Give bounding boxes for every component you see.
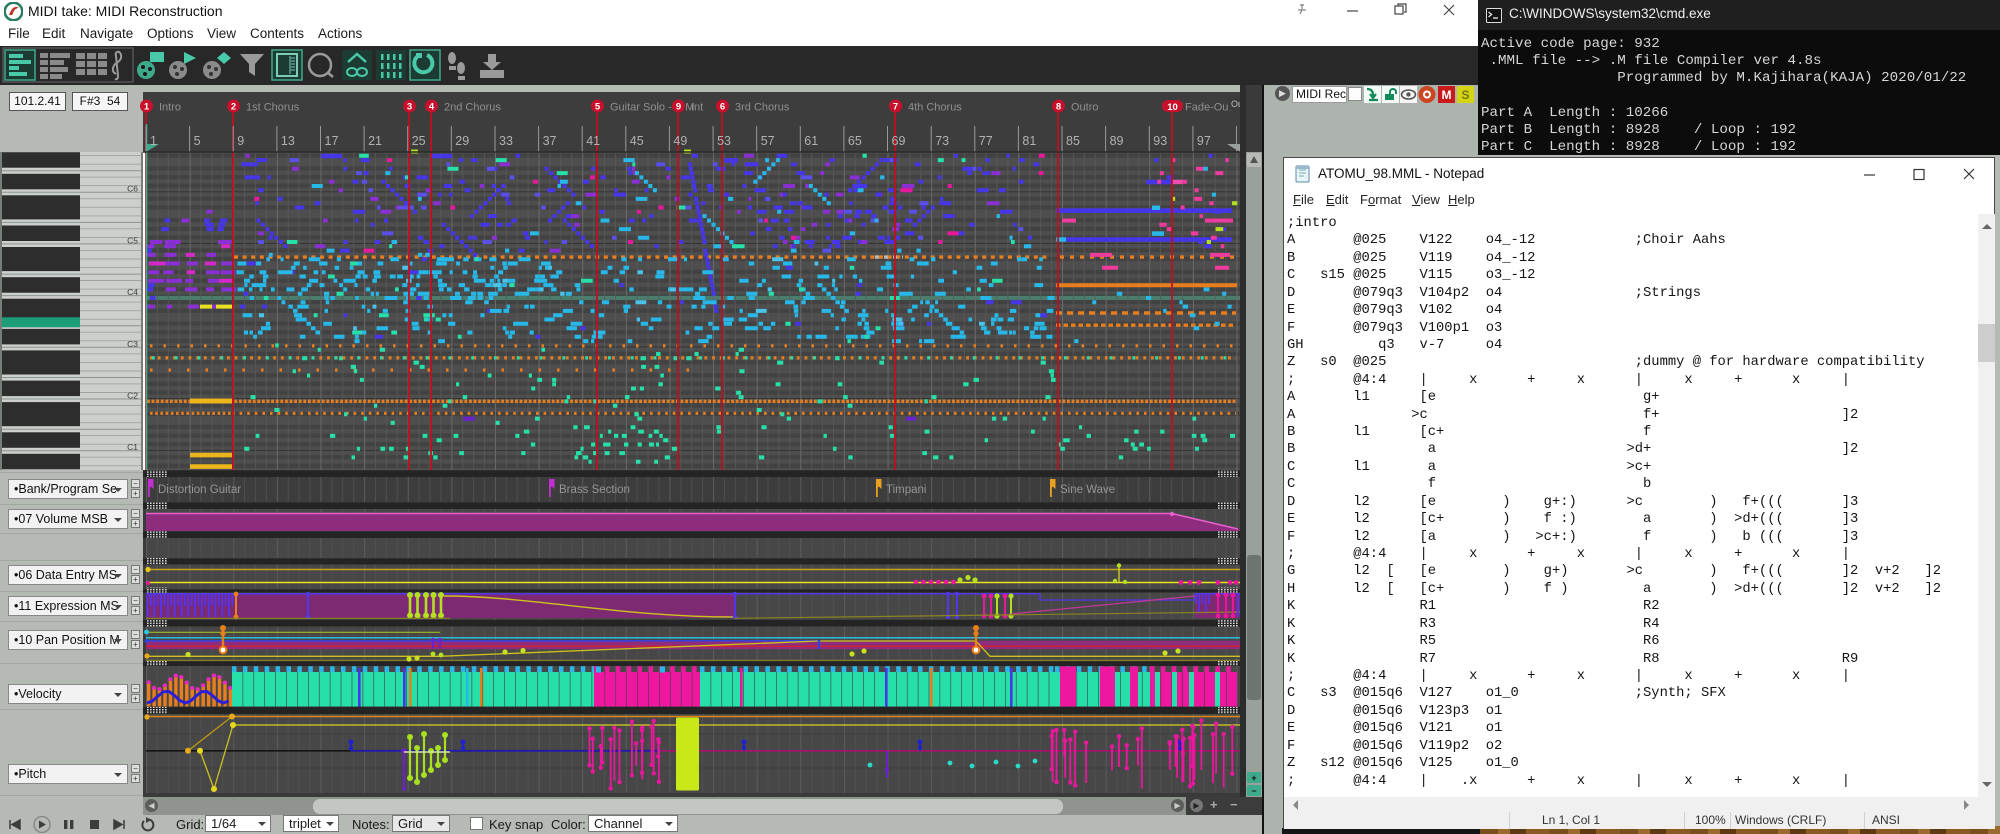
svg-text:25: 25 xyxy=(412,134,426,148)
svg-text:37: 37 xyxy=(543,134,557,148)
svg-text:Fade-Out: Fade-Out xyxy=(1185,102,1231,114)
svg-text:1: 1 xyxy=(150,134,157,148)
svg-text:1st Chorus: 1st Chorus xyxy=(246,102,300,114)
svg-text:9: 9 xyxy=(676,102,681,113)
svg-text:C2: C2 xyxy=(127,391,138,401)
svg-text:65: 65 xyxy=(848,134,862,148)
svg-text:Intro: Intro xyxy=(159,102,181,114)
svg-text:57: 57 xyxy=(761,134,775,148)
svg-text:Outro: Outro xyxy=(1071,102,1099,114)
svg-text:1: 1 xyxy=(144,102,150,113)
svg-text:Sine Wave: Sine Wave xyxy=(1060,484,1115,496)
svg-text:Timpani: Timpani xyxy=(886,484,926,496)
svg-text:69: 69 xyxy=(892,134,906,148)
svg-text:97: 97 xyxy=(1197,134,1211,148)
svg-text:S: S xyxy=(1461,88,1469,102)
svg-text:Distortion Guitar: Distortion Guitar xyxy=(158,484,241,496)
svg-text:6: 6 xyxy=(720,102,725,113)
svg-text:Brass Section: Brass Section xyxy=(559,484,630,496)
svg-text:21: 21 xyxy=(368,134,382,148)
svg-text:4th Chorus: 4th Chorus xyxy=(908,102,962,114)
svg-text:61: 61 xyxy=(804,134,818,148)
svg-text:8: 8 xyxy=(1056,102,1061,113)
svg-text:13: 13 xyxy=(281,134,295,148)
svg-text:49: 49 xyxy=(673,134,687,148)
svg-text:4: 4 xyxy=(429,102,435,113)
svg-text:2: 2 xyxy=(231,102,236,113)
svg-text:33: 33 xyxy=(499,134,513,148)
svg-text:9: 9 xyxy=(237,134,244,148)
svg-text:C5: C5 xyxy=(127,235,138,245)
svg-text:C6: C6 xyxy=(127,184,138,194)
svg-text:77: 77 xyxy=(979,134,993,148)
svg-text:5: 5 xyxy=(595,102,601,113)
svg-text:29: 29 xyxy=(455,134,469,148)
svg-text:3rd Chorus: 3rd Chorus xyxy=(735,102,790,114)
svg-text:5: 5 xyxy=(194,134,201,148)
svg-text:3: 3 xyxy=(407,102,412,113)
svg-text:45: 45 xyxy=(630,134,644,148)
svg-text:73: 73 xyxy=(935,134,949,148)
svg-text:89: 89 xyxy=(1110,134,1124,148)
svg-text:85: 85 xyxy=(1066,134,1080,148)
svg-text:17: 17 xyxy=(325,134,339,148)
svg-text:81: 81 xyxy=(1022,134,1036,148)
svg-text:93: 93 xyxy=(1153,134,1167,148)
svg-text:10: 10 xyxy=(1167,102,1178,113)
svg-text:53: 53 xyxy=(717,134,731,148)
svg-text:Int: Int xyxy=(691,102,703,114)
svg-text:2nd Chorus: 2nd Chorus xyxy=(444,102,501,114)
svg-text:C3: C3 xyxy=(127,339,138,349)
svg-text:M: M xyxy=(1442,88,1452,102)
svg-text:7: 7 xyxy=(893,102,898,113)
svg-text:C1: C1 xyxy=(127,442,138,452)
svg-text:C4: C4 xyxy=(127,287,138,297)
svg-text:+: + xyxy=(1251,773,1256,783)
svg-text:−: − xyxy=(1251,786,1256,796)
svg-text:41: 41 xyxy=(586,134,600,148)
